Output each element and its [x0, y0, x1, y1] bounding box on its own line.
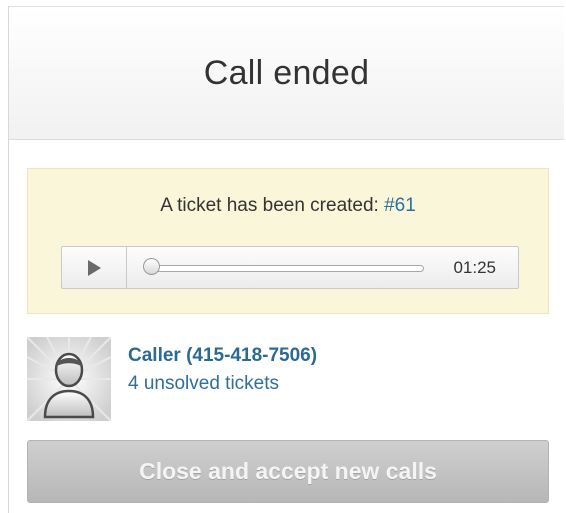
ticket-link[interactable]: #61: [384, 195, 416, 216]
default-user-avatar-icon: [27, 337, 111, 421]
call-panel: Call ended A ticket has been created: #6…: [8, 6, 564, 513]
page-title: Call ended: [203, 53, 370, 92]
audio-player: 01:25: [61, 246, 519, 289]
play-icon: [87, 259, 101, 276]
avatar: [27, 337, 111, 421]
playback-time: 01:25: [453, 258, 496, 277]
seek-handle[interactable]: [143, 258, 160, 275]
play-button[interactable]: [62, 247, 127, 288]
ticket-notice: A ticket has been created: #61 01:25: [27, 168, 549, 314]
call-header: Call ended: [9, 7, 564, 140]
unsolved-tickets-link[interactable]: 4 unsolved tickets: [128, 373, 279, 395]
caller-name-link[interactable]: Caller (415-418-7506): [128, 345, 317, 367]
close-and-accept-button[interactable]: Close and accept new calls: [27, 440, 549, 503]
seek-track[interactable]: [150, 265, 424, 272]
notice-text: A ticket has been created:: [160, 195, 385, 216]
